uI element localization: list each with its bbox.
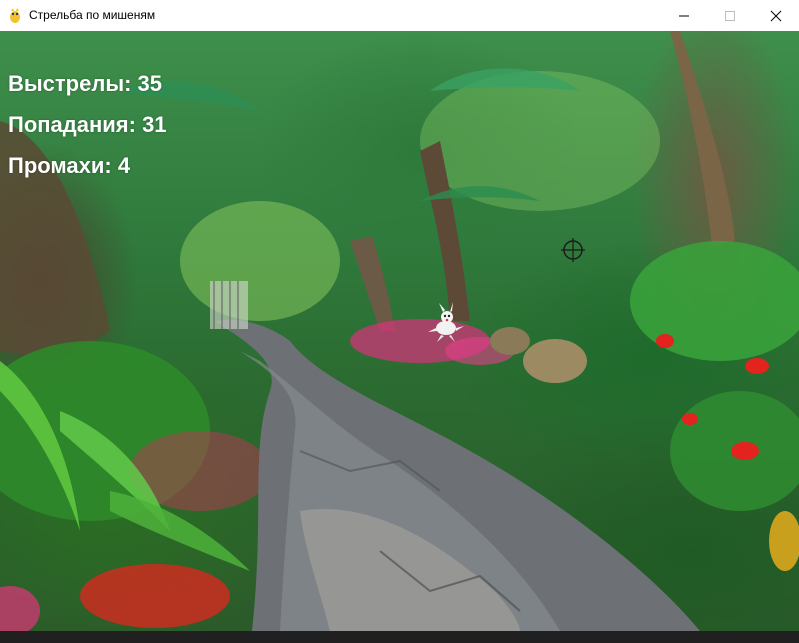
minimize-button[interactable]	[661, 0, 707, 31]
window-title: Стрельба по мишеням	[29, 8, 156, 22]
misses-counter: Промахи: 4	[8, 153, 131, 178]
game-window: Стрельба по мишеням Выстрелы: 35 Попадан…	[0, 0, 799, 643]
target-sprite[interactable]	[425, 302, 467, 344]
close-button[interactable]	[753, 0, 799, 31]
minimize-icon	[679, 15, 689, 16]
pygame-snake-icon	[10, 7, 20, 23]
game-canvas[interactable]: Выстрелы: 35 Попадания: 31 Промахи: 4	[0, 31, 799, 631]
bottom-border	[0, 631, 799, 643]
hits-counter: Попадания: 31	[8, 112, 167, 137]
crosshair-icon	[561, 238, 585, 262]
close-icon	[770, 10, 782, 21]
shots-counter: Выстрелы: 35	[8, 71, 163, 96]
maximize-icon	[725, 10, 735, 21]
window-controls	[661, 0, 799, 31]
title-bar[interactable]: Стрельба по мишеням	[0, 0, 799, 32]
maximize-button[interactable]	[707, 0, 753, 31]
